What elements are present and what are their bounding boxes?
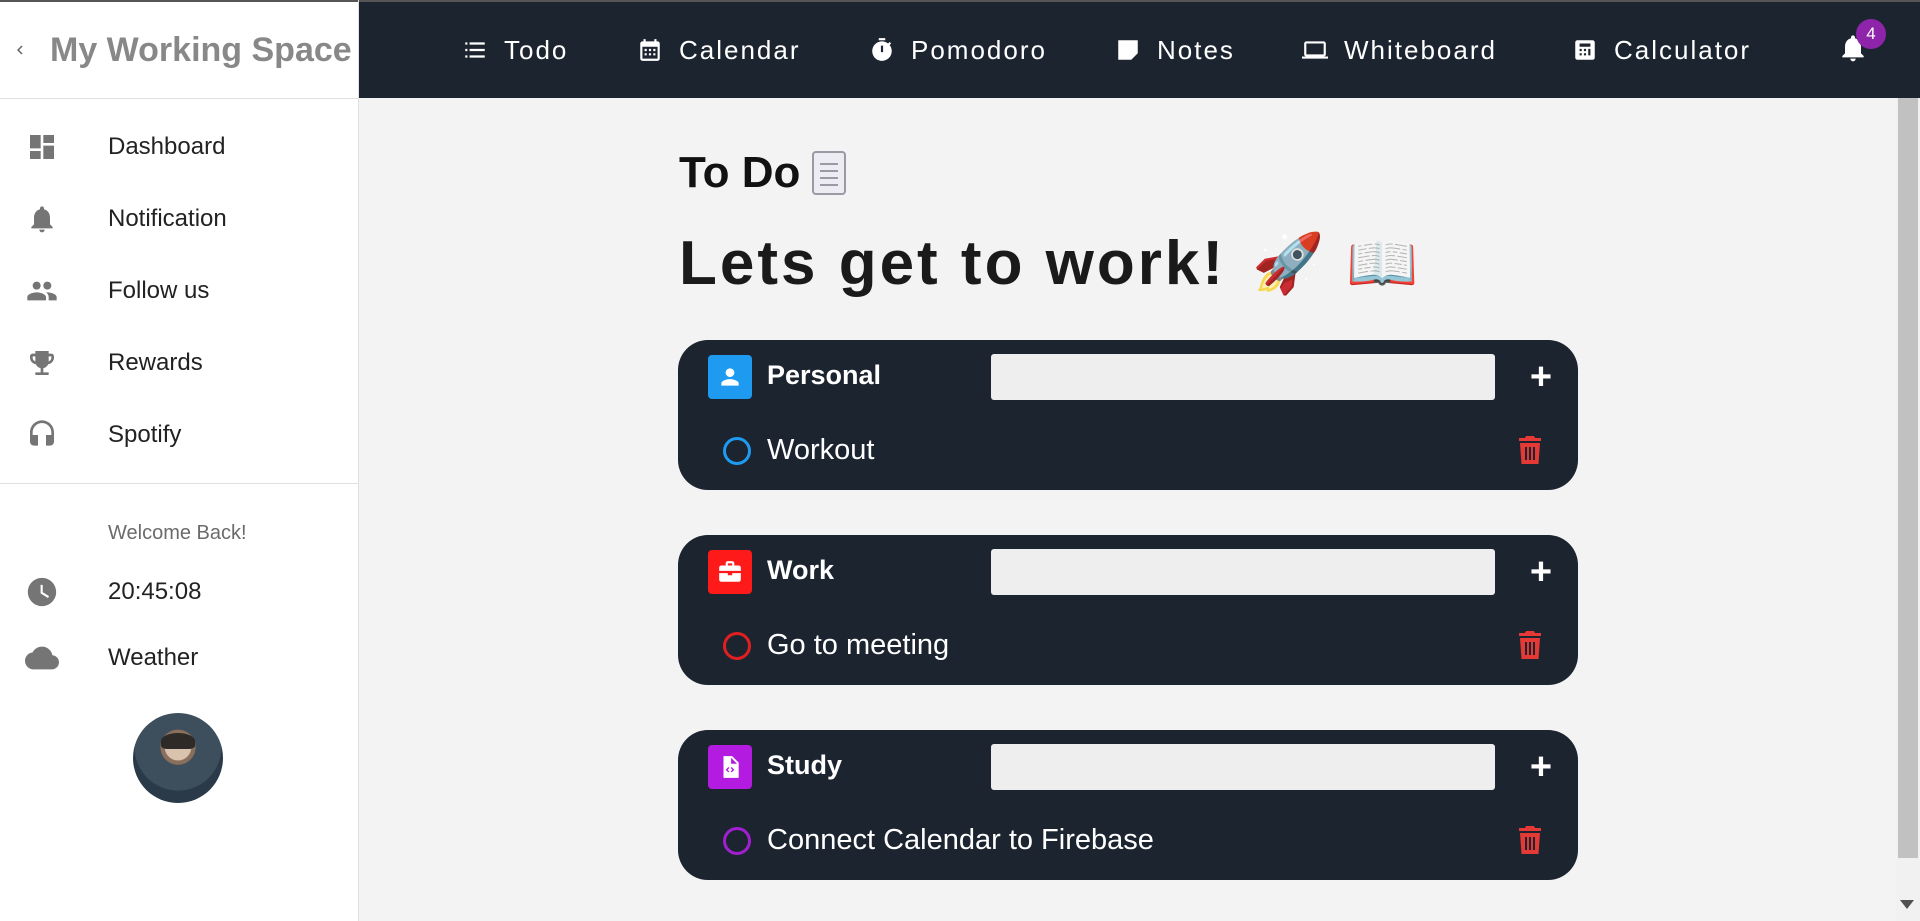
sidebar-item-label: Rewards	[108, 349, 203, 376]
scroll-down-arrow-icon[interactable]	[1900, 900, 1914, 909]
trash-icon[interactable]	[1518, 826, 1544, 854]
sidebar-item-rewards[interactable]: Rewards	[0, 327, 358, 399]
sidebar-nav: Dashboard Notification Follow us Rewards	[0, 99, 358, 484]
chevron-left-icon[interactable]	[0, 30, 40, 70]
top-nav: Todo Calendar Pomodoro Notes Whiteboard …	[359, 0, 1920, 98]
nav-label: Calculator	[1614, 34, 1752, 65]
sidebar-item-label: Spotify	[108, 421, 182, 448]
weather-row[interactable]: Weather	[0, 625, 358, 691]
sidebar-item-dashboard[interactable]: Dashboard	[0, 111, 358, 183]
category-name: Personal	[767, 360, 882, 390]
trophy-icon	[0, 347, 84, 379]
notepad-icon	[812, 151, 847, 195]
task-item: Workout	[723, 434, 874, 467]
avatar[interactable]	[133, 713, 223, 803]
headline: Lets get to work! 🚀 📖	[679, 228, 1422, 299]
task-item: Go to meeting	[723, 629, 949, 662]
calculator-icon	[1575, 40, 1595, 60]
task-checkbox[interactable]	[723, 631, 751, 660]
task-text: Workout	[767, 434, 875, 466]
category-card-personal: Personal + Workout	[678, 340, 1578, 490]
nav-label: Whiteboard	[1344, 34, 1497, 65]
sidebar-item-label: Follow us	[108, 277, 210, 304]
category-name: Work	[767, 555, 835, 585]
category-card-work: Work + Go to meeting	[678, 535, 1578, 685]
code-file-icon	[708, 745, 752, 789]
nav-todo[interactable]: Todo	[462, 2, 568, 98]
clock-row: 20:45:08	[0, 559, 358, 625]
list-icon	[465, 42, 485, 58]
trash-icon[interactable]	[1518, 436, 1544, 464]
task-checkbox[interactable]	[723, 436, 751, 465]
briefcase-icon	[708, 550, 752, 594]
trash-icon[interactable]	[1518, 631, 1544, 659]
cloud-icon	[0, 641, 84, 675]
laptop-icon	[1302, 41, 1328, 59]
nav-label: Calendar	[679, 34, 801, 65]
stopwatch-icon	[872, 38, 892, 61]
welcome-text: Welcome Back!	[108, 522, 247, 544]
clock-time: 20:45:08	[108, 578, 202, 605]
nav-calculator[interactable]: Calculator	[1572, 2, 1751, 98]
rocket-book-icon: 🚀 📖	[1252, 230, 1422, 296]
add-task-button[interactable]: +	[1523, 356, 1559, 398]
dashboard-icon	[0, 131, 84, 163]
task-text: Go to meeting	[767, 629, 950, 661]
nav-whiteboard[interactable]: Whiteboard	[1302, 2, 1497, 98]
new-task-input[interactable]	[991, 744, 1495, 790]
sidebar-item-follow-us[interactable]: Follow us	[0, 255, 358, 327]
page-title-text: To Do	[679, 148, 801, 197]
new-task-input[interactable]	[991, 354, 1495, 400]
nav-label: Notes	[1157, 34, 1235, 65]
page-title: To Do	[679, 148, 847, 198]
note-icon	[1118, 40, 1138, 60]
add-task-button[interactable]: +	[1523, 551, 1559, 593]
add-task-button[interactable]: +	[1523, 746, 1559, 788]
bell-icon	[0, 203, 84, 235]
task-item: Connect Calendar to Firebase	[723, 824, 1154, 857]
headline-text: Lets get to work!	[679, 229, 1227, 298]
notification-badge: 4	[1856, 19, 1886, 49]
sidebar-item-notification[interactable]: Notification	[0, 183, 358, 255]
weather-label: Weather	[108, 644, 199, 671]
sidebar: My Working Space Dashboard Notification …	[0, 0, 359, 921]
nav-label: Todo	[504, 34, 569, 65]
nav-notes[interactable]: Notes	[1115, 2, 1235, 98]
user-icon	[708, 355, 752, 399]
task-checkbox[interactable]	[723, 826, 751, 855]
app: My Working Space Dashboard Notification …	[0, 0, 1920, 921]
clock-icon	[0, 575, 84, 609]
category-name: Study	[767, 750, 843, 780]
sidebar-item-spotify[interactable]: Spotify	[0, 399, 358, 471]
sidebar-item-label: Notification	[108, 205, 227, 232]
nav-calendar[interactable]: Calendar	[637, 2, 801, 98]
people-icon	[0, 275, 84, 307]
nav-pomodoro[interactable]: Pomodoro	[869, 2, 1047, 98]
category-card-study: Study + Connect Calendar to Firebase	[678, 730, 1578, 880]
sidebar-header: My Working Space	[0, 0, 358, 99]
sidebar-item-label: Dashboard	[108, 133, 226, 160]
nav-label: Pomodoro	[911, 34, 1047, 65]
scrollbar-thumb[interactable]	[1898, 98, 1918, 858]
task-text: Connect Calendar to Firebase	[767, 824, 1154, 856]
main-content: To Do Lets get to work! 🚀 📖 Personal + W…	[359, 98, 1896, 921]
calendar-icon	[640, 39, 660, 61]
app-title: My Working Space	[50, 30, 352, 69]
new-task-input[interactable]	[991, 549, 1495, 595]
headphones-icon	[0, 419, 84, 451]
